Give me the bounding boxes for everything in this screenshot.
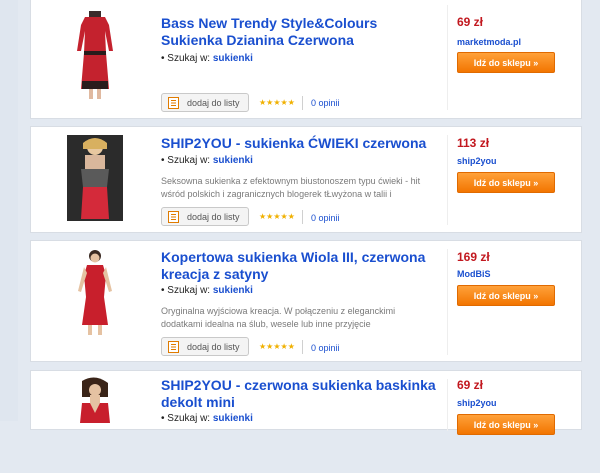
product-card: SHIP2YOU - sukienka ĆWIEKI czerwona • Sz… xyxy=(30,126,582,233)
list-icon xyxy=(168,340,179,353)
page-left-stripe xyxy=(0,0,18,421)
search-prefix: • Szukaj w: xyxy=(161,53,211,64)
product-card: Bass New Trendy Style&Colours Sukienka D… xyxy=(30,0,582,119)
price: 113 zł xyxy=(457,136,490,150)
list-icon xyxy=(168,210,179,223)
add-to-list-button[interactable]: dodaj do listy xyxy=(161,93,249,112)
add-to-list-button[interactable]: dodaj do listy xyxy=(161,207,249,226)
category-link[interactable]: sukienki xyxy=(213,53,253,64)
add-to-list-label: dodaj do listy xyxy=(187,341,240,352)
product-image[interactable] xyxy=(45,11,145,107)
search-in: • Szukaj w: sukienki xyxy=(161,155,253,166)
search-prefix: • Szukaj w: xyxy=(161,285,211,296)
price: 69 zł xyxy=(457,378,484,392)
opinions-link[interactable]: 0 opinii xyxy=(311,98,340,108)
category-link[interactable]: sukienki xyxy=(213,285,253,296)
product-description: Oryginalna wyjściowa kreacja. W połączen… xyxy=(161,306,396,329)
shop-link[interactable]: ModBiS xyxy=(457,269,491,279)
rating-stars: ★★★★★ xyxy=(259,342,295,351)
go-to-shop-label: Idź do sklepu » xyxy=(473,290,539,301)
add-to-list-button[interactable]: dodaj do listy xyxy=(161,337,249,356)
search-in: • Szukaj w: sukienki xyxy=(161,285,253,296)
product-title[interactable]: Bass New Trendy Style&Colours Sukienka D… xyxy=(161,15,441,49)
add-to-list-label: dodaj do listy xyxy=(187,97,240,108)
opinions-link[interactable]: 0 opinii xyxy=(311,343,340,353)
product-title[interactable]: SHIP2YOU - czerwona sukienka baskinka de… xyxy=(161,377,441,411)
rating-stars: ★★★★★ xyxy=(259,212,295,221)
shop-link[interactable]: marketmoda.pl xyxy=(457,37,521,47)
price: 69 zł xyxy=(457,15,484,29)
product-image[interactable] xyxy=(45,135,145,231)
category-link[interactable]: sukienki xyxy=(213,155,253,166)
divider xyxy=(447,135,448,225)
product-description: Seksowna sukienka z efektownym biustonos… xyxy=(161,176,421,199)
divider xyxy=(447,5,448,110)
go-to-shop-button[interactable]: Idź do sklepu » xyxy=(457,414,555,435)
search-prefix: • Szukaj w: xyxy=(161,155,211,166)
divider xyxy=(302,340,303,354)
go-to-shop-button[interactable]: Idź do sklepu » xyxy=(457,52,555,73)
search-in: • Szukaj w: sukienki xyxy=(161,53,253,64)
product-title[interactable]: Kopertowa sukienka Wiola III, czerwona k… xyxy=(161,249,441,283)
divider xyxy=(302,210,303,224)
product-card: SHIP2YOU - czerwona sukienka baskinka de… xyxy=(30,370,582,435)
shop-link[interactable]: ship2you xyxy=(457,156,497,166)
add-to-list-label: dodaj do listy xyxy=(187,211,240,222)
go-to-shop-label: Idź do sklepu » xyxy=(473,57,539,68)
opinions-link[interactable]: 0 opinii xyxy=(311,213,340,223)
divider xyxy=(447,249,448,355)
go-to-shop-label: Idź do sklepu » xyxy=(473,419,539,430)
rating-stars: ★★★★★ xyxy=(259,98,295,107)
divider xyxy=(302,96,303,110)
category-link[interactable]: sukienki xyxy=(213,413,253,424)
go-to-shop-label: Idź do sklepu » xyxy=(473,177,539,188)
list-icon xyxy=(168,96,179,109)
product-image[interactable] xyxy=(45,377,145,473)
product-card: Kopertowa sukienka Wiola III, czerwona k… xyxy=(30,240,582,362)
go-to-shop-button[interactable]: Idź do sklepu » xyxy=(457,172,555,193)
divider xyxy=(447,379,448,431)
price: 169 zł xyxy=(457,250,490,264)
go-to-shop-button[interactable]: Idź do sklepu » xyxy=(457,285,555,306)
shop-link[interactable]: ship2you xyxy=(457,398,497,408)
product-title[interactable]: SHIP2YOU - sukienka ĆWIEKI czerwona xyxy=(161,135,441,152)
product-image[interactable] xyxy=(45,247,145,343)
search-in: • Szukaj w: sukienki xyxy=(161,413,253,424)
search-prefix: • Szukaj w: xyxy=(161,413,211,424)
